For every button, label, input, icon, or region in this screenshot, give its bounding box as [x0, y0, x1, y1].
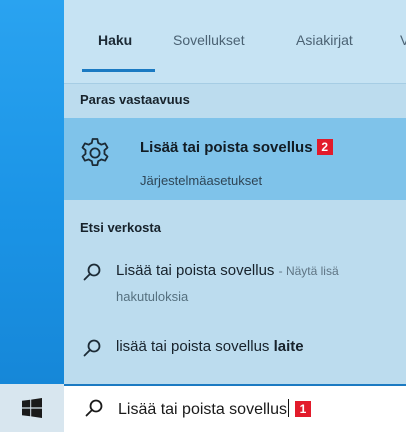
web-result-title: Lisää tai poista sovellus	[116, 262, 275, 279]
text-caret	[287, 399, 289, 417]
web-result-second-line: hakutuloksia	[116, 289, 189, 304]
windows-start-icon	[22, 398, 42, 418]
search-input-value: Lisää tai poista sovellus	[118, 401, 287, 418]
search-icon	[83, 339, 101, 357]
start-button[interactable]	[0, 384, 64, 432]
best-match-title: Lisää tai poista sovellus 2	[140, 139, 333, 156]
best-match-subtitle: Järjestelmäasetukset	[140, 173, 263, 188]
web-result-item[interactable]: lisää tai poista sovellus laite	[64, 328, 406, 368]
best-match-heading: Paras vastaavuus	[80, 92, 190, 107]
search-icon	[83, 263, 101, 281]
callout-badge-2: 2	[316, 139, 333, 155]
tab-sovellukset[interactable]: Sovellukset	[173, 32, 245, 48]
callout-badge-1: 1	[294, 401, 311, 417]
web-result-text: Lisää tai poista sovellus - Näytä lisä	[116, 262, 339, 279]
taskbar: Lisää tai poista sovellus 1	[0, 384, 406, 432]
web-result-suffix: - Näytä lisä	[278, 264, 339, 278]
active-tab-indicator	[82, 69, 155, 72]
search-box[interactable]: Lisää tai poista sovellus 1	[64, 384, 406, 432]
web-search-heading: Etsi verkosta	[80, 220, 161, 235]
best-match-item[interactable]: Lisää tai poista sovellus 2 Järjestelmäa…	[64, 118, 406, 200]
best-match-title-text: Lisää tai poista sovellus	[140, 139, 313, 156]
search-input[interactable]: Lisää tai poista sovellus 1	[118, 399, 311, 419]
web-result-title: lisää tai poista sovellus	[116, 338, 274, 355]
search-icon	[85, 399, 103, 417]
web-result-text: lisää tai poista sovellus laite	[116, 338, 304, 355]
tab-asiakirjat[interactable]: Asiakirjat	[296, 32, 353, 48]
gear-icon	[81, 138, 109, 166]
search-results-panel: Haku Sovellukset Asiakirjat V Paras vast…	[64, 0, 406, 384]
web-result-item[interactable]: Lisää tai poista sovellus - Näytä lisä h…	[64, 250, 406, 310]
tab-more[interactable]: V	[400, 32, 406, 48]
tab-haku[interactable]: Haku	[98, 32, 132, 48]
search-tabs: Haku Sovellukset Asiakirjat V	[64, 0, 406, 84]
web-result-bold: laite	[273, 338, 304, 355]
